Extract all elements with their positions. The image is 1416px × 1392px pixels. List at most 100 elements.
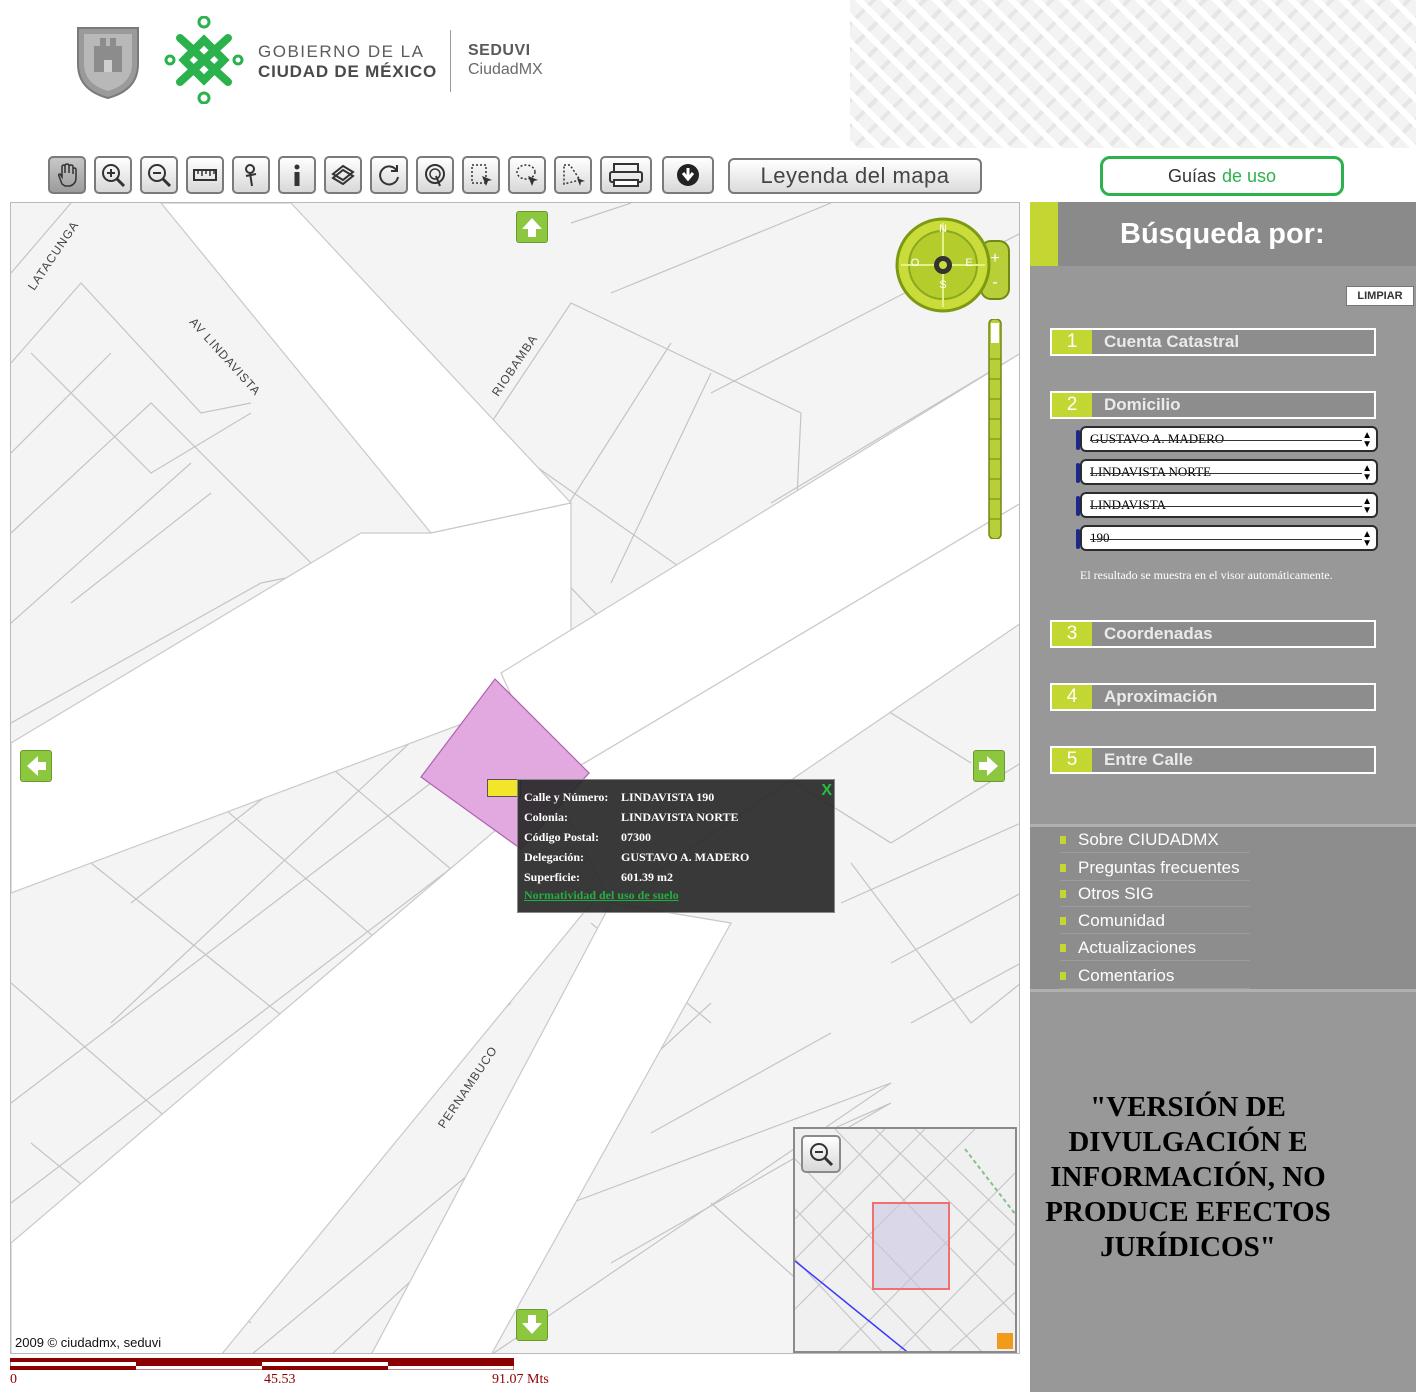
result-note: El resultado se muestra en el visor auto… xyxy=(1080,568,1333,582)
search-panel-header: Búsqueda por: xyxy=(1030,202,1416,266)
pan-north-button[interactable] xyxy=(516,211,548,243)
link-actualizaciones[interactable]: Actualizaciones xyxy=(1060,935,1250,961)
overview-viewport[interactable] xyxy=(872,1202,950,1290)
select-arrows-icon: ▲ ▼ xyxy=(1362,463,1372,483)
section-domicilio[interactable]: 2 Domicilio xyxy=(1050,391,1376,419)
agency-subname: CiudadMX xyxy=(468,61,543,78)
guides-label: Guías xyxy=(1167,165,1216,186)
map-viewer[interactable]: LATACUNGA AV LINDAVISTA RIOBAMBA PERNAMB… xyxy=(10,202,1020,1354)
section-coordenadas[interactable]: 3 Coordenadas xyxy=(1050,620,1376,648)
pan-south-button[interactable] xyxy=(516,1309,548,1341)
select-strike xyxy=(1090,539,1362,540)
circle-select-button[interactable] xyxy=(416,156,454,194)
scale-label-mid: 45.53 xyxy=(264,1372,296,1387)
ruler-icon xyxy=(193,169,217,181)
section-entre-calle[interactable]: 5 Entre Calle xyxy=(1050,746,1376,774)
compass-n-label[interactable]: N xyxy=(937,223,949,235)
link-label: Comentarios xyxy=(1078,965,1175,985)
usage-guides-button[interactable]: Guías de uso xyxy=(1100,156,1344,196)
section-aproximacion[interactable]: 4 Aproximación xyxy=(1050,683,1376,711)
layers-button[interactable] xyxy=(324,156,362,194)
guides-label-accent: de uso xyxy=(1221,165,1277,186)
zoom-out-icon xyxy=(148,164,172,188)
select-value: GUSTAVO A. MADERO xyxy=(1090,431,1225,446)
pan-east-button[interactable] xyxy=(973,750,1005,782)
zoom-in-button[interactable] xyxy=(94,156,132,194)
link-label: Sobre CIUDADMX xyxy=(1078,829,1219,849)
info-button[interactable] xyxy=(278,156,316,194)
link-comunidad[interactable]: Comunidad xyxy=(1060,908,1250,934)
link-comentarios[interactable]: Comentarios xyxy=(1060,963,1250,989)
rect-select-button[interactable] xyxy=(462,156,500,194)
link-preguntas-frecuentes[interactable]: Preguntas frecuentes xyxy=(1060,855,1250,881)
calle-select[interactable]: LINDAVISTA ▲ ▼ xyxy=(1076,492,1378,518)
compass-e-label[interactable]: E xyxy=(963,257,975,269)
popup-row: Superficie: 601.39 m2 xyxy=(524,867,828,887)
rect-select-icon xyxy=(471,164,492,186)
lasso-select-button[interactable] xyxy=(508,156,546,194)
select-edge xyxy=(1076,496,1080,516)
map-copyright: 2009 © ciudadmx, seduvi xyxy=(15,1335,162,1350)
address-tag-icon xyxy=(487,779,521,797)
download-button[interactable] xyxy=(662,156,714,194)
colonia-select[interactable]: LINDAVISTA NORTE ▲ ▼ xyxy=(1076,459,1378,485)
section-label: Cuenta Catastral xyxy=(1104,332,1240,351)
parcel-info-popup: X Calle y Número: LINDAVISTA 190 Colonia:… xyxy=(517,779,835,913)
header-pattern xyxy=(850,0,1416,148)
agency-name: SEDUVI xyxy=(468,42,531,59)
overview-map[interactable] xyxy=(793,1127,1017,1353)
section-label: Domicilio xyxy=(1104,395,1181,414)
popup-key: Delegación: xyxy=(524,849,584,864)
popup-key: Código Postal: xyxy=(524,829,599,844)
numero-select[interactable]: 190 ▲ ▼ xyxy=(1076,525,1378,551)
zoom-slider[interactable] xyxy=(987,319,1003,539)
delegacion-select[interactable]: GUSTAVO A. MADERO ▲ ▼ xyxy=(1076,426,1378,452)
header-accent-bar xyxy=(1030,202,1058,266)
section-label: Entre Calle xyxy=(1104,750,1193,769)
section-label: Aproximación xyxy=(1104,687,1218,706)
bullet-icon xyxy=(1060,889,1066,898)
header-divider xyxy=(450,30,451,92)
overview-toggle-button[interactable] xyxy=(997,1333,1013,1349)
link-otros-sig[interactable]: Otros SIG xyxy=(1060,881,1250,907)
zoom-minus-icon[interactable]: - xyxy=(992,274,997,291)
gov-line-2: CIUDAD DE MÉXICO xyxy=(258,62,438,81)
zoom-plus-icon[interactable]: + xyxy=(990,250,999,267)
link-label: Comunidad xyxy=(1078,910,1165,930)
zoom-in-icon xyxy=(102,164,126,188)
info-icon xyxy=(294,164,300,186)
hand-icon xyxy=(57,163,77,187)
popup-value: LINDAVISTA NORTE xyxy=(621,809,739,824)
popup-key: Colonia: xyxy=(524,809,569,824)
link-sobre-ciudadmx[interactable]: Sobre CIUDADMX xyxy=(1060,827,1250,853)
scale-label-max: 91.07 Mts xyxy=(492,1372,549,1387)
overview-zoom-button[interactable] xyxy=(801,1135,841,1173)
app-root: GOBIERNO DE LA CIUDAD DE MÉXICO SEDUVI C… xyxy=(0,0,1416,1392)
section-number: 1 xyxy=(1052,330,1092,354)
refresh-button[interactable] xyxy=(370,156,408,194)
section-cuenta-catastral[interactable]: 1 Cuenta Catastral xyxy=(1050,328,1376,356)
pin-button[interactable] xyxy=(232,156,270,194)
popup-row: Calle y Número: LINDAVISTA 190 xyxy=(524,787,828,807)
compass-o-label[interactable]: O xyxy=(909,257,921,269)
section-label: Coordenadas xyxy=(1104,624,1213,643)
bullet-icon xyxy=(1060,863,1066,872)
zoom-out-button[interactable] xyxy=(140,156,178,194)
select-value: LINDAVISTA NORTE xyxy=(1090,464,1212,479)
popup-close-button[interactable]: X xyxy=(821,782,832,800)
measure-button[interactable] xyxy=(186,156,224,194)
popup-row: Delegación: GUSTAVO A. MADERO xyxy=(524,847,828,867)
print-button[interactable] xyxy=(600,156,652,194)
clear-button[interactable]: LIMPIAR xyxy=(1346,286,1414,306)
print-icon xyxy=(609,163,643,187)
pin-icon xyxy=(245,164,257,187)
pan-west-button[interactable] xyxy=(20,750,52,782)
land-use-link[interactable]: Normatividad del uso de suelo xyxy=(524,888,828,903)
compass-s-label[interactable]: S xyxy=(937,279,949,291)
arrow-down-icon xyxy=(522,1315,542,1334)
map-legend-button[interactable]: Leyenda del mapa xyxy=(728,158,982,194)
popup-key: Superficie: xyxy=(524,869,580,884)
zoom-out-icon xyxy=(810,1143,834,1167)
pan-tool-button[interactable] xyxy=(48,156,86,194)
polygon-select-button[interactable] xyxy=(554,156,592,194)
